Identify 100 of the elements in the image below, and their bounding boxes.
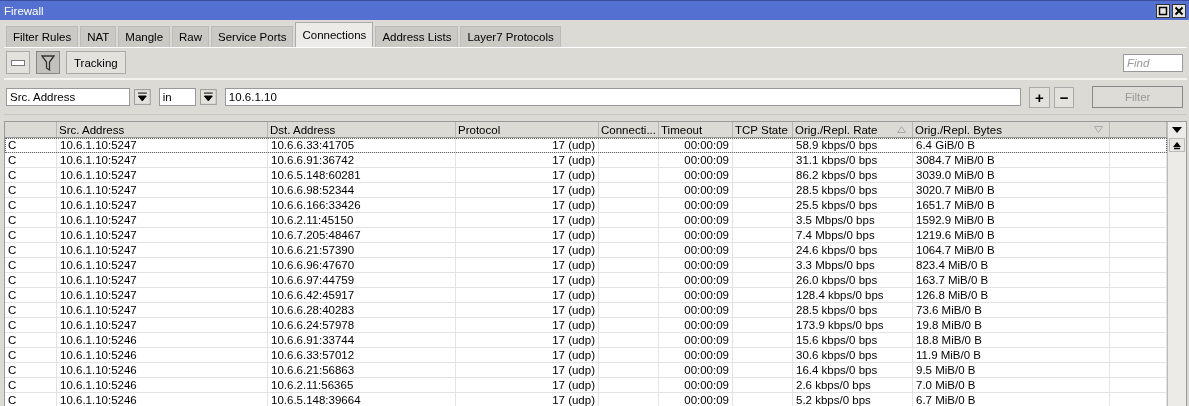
table-cell: 10.6.1.10:5247 xyxy=(60,214,137,226)
close-icon[interactable] xyxy=(1172,3,1186,18)
table-cell: 00:00:09 xyxy=(684,274,729,286)
value-field[interactable]: 10.6.1.10 xyxy=(224,88,1021,106)
table-row[interactable]: C 10.6.1.10:5247 10.6.6.28:40283 17 (udp) 00:00:09 28.5 kbps/0 bps 73.6 MiB/0 B xyxy=(5,303,1167,318)
tab[interactable]: Filter Rules xyxy=(6,26,79,47)
table-cell: 5.2 kbps/0 bps xyxy=(796,394,871,406)
table-cell: 00:00:09 xyxy=(684,364,729,376)
table-cell: 10.6.1.10:5247 xyxy=(60,139,137,151)
scroll-up-icon[interactable] xyxy=(1169,138,1185,152)
table-row[interactable]: C 10.6.1.10:5247 10.6.6.96:47670 17 (udp) 00:00:09 3.3 Mbps/0 bps 823.4 MiB/0 B xyxy=(5,258,1167,273)
column-header[interactable]: Connecti... xyxy=(599,122,659,137)
table-cell: 10.6.5.148:39664 xyxy=(271,394,361,406)
table-row[interactable]: C 10.6.1.10:5247 10.6.6.98:52344 17 (udp) 00:00:09 28.5 kbps/0 bps 3020.7 MiB/0 B xyxy=(5,183,1167,198)
table-cell: 00:00:09 xyxy=(684,244,729,256)
table-cell: 10.6.6.21:57390 xyxy=(271,244,355,256)
table-cell: 10.6.1.10:5247 xyxy=(60,319,137,331)
filter-toggle-button[interactable] xyxy=(36,51,60,74)
table-cell: 17 (udp) xyxy=(552,214,595,226)
table-cell: 10.6.6.42:45917 xyxy=(271,289,355,301)
table-cell: 10.6.1.10:5247 xyxy=(60,154,137,166)
table-cell: 10.6.1.10:5247 xyxy=(60,259,137,271)
tab[interactable]: Address Lists xyxy=(375,26,459,47)
column-header[interactable]: Protocol xyxy=(456,122,599,137)
table-row[interactable]: C 10.6.1.10:5246 10.6.6.91:33744 17 (udp) 00:00:09 15.6 kbps/0 bps 18.8 MiB/0 B xyxy=(5,333,1167,348)
table-row[interactable]: C 10.6.1.10:5246 10.6.6.33:57012 17 (udp) 00:00:09 30.6 kbps/0 bps 11.9 MiB/0 B xyxy=(5,348,1167,363)
scrollbar[interactable] xyxy=(1167,122,1186,406)
column-header[interactable]: Src. Address xyxy=(57,122,268,137)
table-cell: 10.6.6.98:52344 xyxy=(271,184,355,196)
table-cell: 10.6.6.33:41705 xyxy=(271,139,355,151)
table-cell: 126.8 MiB/0 B xyxy=(916,289,989,301)
table-row[interactable]: C 10.6.1.10:5247 10.6.6.42:45917 17 (udp) 00:00:09 128.4 kbps/0 bps 126.8 MiB/0 B xyxy=(5,288,1167,303)
table-cell: 00:00:09 xyxy=(684,214,729,226)
table-cell: 10.6.2.11:45150 xyxy=(271,214,354,226)
table-row[interactable]: C 10.6.1.10:5246 10.6.6.21:56863 17 (udp) 00:00:09 16.4 kbps/0 bps 9.5 MiB/0 B xyxy=(5,363,1167,378)
remove-button[interactable] xyxy=(6,51,30,74)
tab[interactable]: NAT xyxy=(80,26,117,47)
table-cell: 17 (udp) xyxy=(552,304,595,316)
tracking-button[interactable]: Tracking xyxy=(66,51,126,74)
table-cell: 10.6.5.148:60281 xyxy=(271,169,361,181)
table-cell: 00:00:09 xyxy=(684,169,729,181)
table-cell: 00:00:09 xyxy=(684,184,729,196)
table-cell: 17 (udp) xyxy=(552,349,595,361)
tab[interactable]: Raw xyxy=(172,26,210,47)
table-row[interactable]: C 10.6.1.10:5247 10.6.6.24:57978 17 (udp) 00:00:09 173.9 kbps/0 bps 19.8 MiB/0 B xyxy=(5,318,1167,333)
table-cell: 6.4 GiB/0 B xyxy=(916,139,975,151)
table-row[interactable]: C 10.6.1.10:5247 10.6.6.166:33426 17 (udp) 00:00:09 25.5 kbps/0 bps 1651.7 MiB/0 B xyxy=(5,198,1167,213)
table-row[interactable]: C 10.6.1.10:5247 10.6.6.21:57390 17 (udp) 00:00:09 24.6 kbps/0 bps 1064.7 MiB/0 B xyxy=(5,243,1167,258)
table-row[interactable]: C 10.6.1.10:5247 10.6.7.205:48467 17 (udp) 00:00:09 7.4 Mbps/0 bps 1219.6 MiB/0 B xyxy=(5,228,1167,243)
table-cell: 10.6.1.10:5246 xyxy=(60,394,137,406)
operator-dropdown[interactable]: in xyxy=(158,88,197,106)
dropdown-icon[interactable] xyxy=(133,89,151,105)
table-cell: 128.4 kbps/0 bps xyxy=(796,289,884,301)
table-cell: 17 (udp) xyxy=(552,259,595,271)
table-cell: 17 (udp) xyxy=(552,379,595,391)
table-cell: 10.6.1.10:5247 xyxy=(60,229,137,241)
table-cell: 10.6.6.24:57978 xyxy=(271,319,355,331)
tab[interactable]: Service Ports xyxy=(211,26,294,47)
table-row[interactable]: C 10.6.1.10:5247 10.6.2.11:45150 17 (udp) 00:00:09 3.5 Mbps/0 bps 1592.9 MiB/0 B xyxy=(5,213,1167,228)
column-header[interactable]: Orig./Repl. Rate xyxy=(793,122,913,137)
column-header[interactable]: TCP State xyxy=(733,122,793,137)
column-header[interactable]: Timeout xyxy=(659,122,733,137)
table-cell: 10.6.6.91:33744 xyxy=(271,334,355,346)
table-cell: C xyxy=(8,289,17,301)
table-cell: 17 (udp) xyxy=(552,199,595,211)
table-cell: 00:00:09 xyxy=(684,199,729,211)
table-row[interactable]: C 10.6.1.10:5247 10.6.6.33:41705 17 (udp) 00:00:09 58.9 kbps/0 bps 6.4 GiB/0 B xyxy=(5,138,1167,153)
tab[interactable]: Mangle xyxy=(118,26,171,47)
table-row[interactable]: C 10.6.1.10:5247 10.6.5.148:60281 17 (udp) 00:00:09 86.2 kbps/0 bps 3039.0 MiB/0 B xyxy=(5,168,1167,183)
table-cell: C xyxy=(8,394,17,406)
column-header[interactable]: Orig./Repl. Bytes xyxy=(913,122,1110,137)
table-row[interactable]: C 10.6.1.10:5246 10.6.2.11:56365 17 (udp) 00:00:09 2.6 kbps/0 bps 7.0 MiB/0 B xyxy=(5,378,1167,393)
remove-button[interactable]: − xyxy=(1053,86,1075,108)
column-header[interactable]: Dst. Address xyxy=(268,122,456,137)
add-button[interactable]: + xyxy=(1029,86,1050,108)
table-cell: 7.0 MiB/0 B xyxy=(916,379,976,391)
table-cell: 17 (udp) xyxy=(552,154,595,166)
table-cell: 10.6.2.11:56365 xyxy=(271,379,354,391)
tab[interactable]: Connections xyxy=(295,22,374,47)
table-cell: 173.9 kbps/0 bps xyxy=(796,319,884,331)
table-cell: 17 (udp) xyxy=(552,319,595,331)
maximize-icon[interactable] xyxy=(1156,3,1170,18)
table-cell: 3084.7 MiB/0 B xyxy=(916,154,995,166)
table-cell: C xyxy=(8,349,17,361)
table-cell: 31.1 kbps/0 bps xyxy=(796,154,878,166)
table-cell: 1064.7 MiB/0 B xyxy=(916,244,995,256)
table-cell: 17 (udp) xyxy=(552,364,595,376)
field-dropdown[interactable]: Src. Address xyxy=(6,88,130,106)
table-cell: 18.8 MiB/0 B xyxy=(916,334,982,346)
dropdown-icon[interactable] xyxy=(200,89,217,105)
table-row[interactable]: C 10.6.1.10:5247 10.6.6.91:36742 17 (udp) 00:00:09 31.1 kbps/0 bps 3084.7 MiB/0 B xyxy=(5,153,1167,168)
table-row[interactable]: C 10.6.1.10:5247 10.6.6.97:44759 17 (udp) 00:00:09 26.0 kbps/0 bps 163.7 MiB/0 B xyxy=(5,273,1167,288)
tab[interactable]: Layer7 Protocols xyxy=(460,26,561,47)
table-cell: 10.6.6.166:33426 xyxy=(271,199,361,211)
table-cell: 10.6.1.10:5247 xyxy=(60,199,137,211)
table-cell: C xyxy=(8,184,17,196)
table-cell: 10.6.1.10:5247 xyxy=(60,304,137,316)
table-row[interactable]: C 10.6.1.10:5246 10.6.5.148:39664 17 (udp) 00:00:09 5.2 kbps/0 bps 6.7 MiB/0 B xyxy=(5,393,1167,406)
table-cell: 10.6.1.10:5247 xyxy=(60,289,137,301)
find-field[interactable]: Find xyxy=(1123,53,1183,72)
